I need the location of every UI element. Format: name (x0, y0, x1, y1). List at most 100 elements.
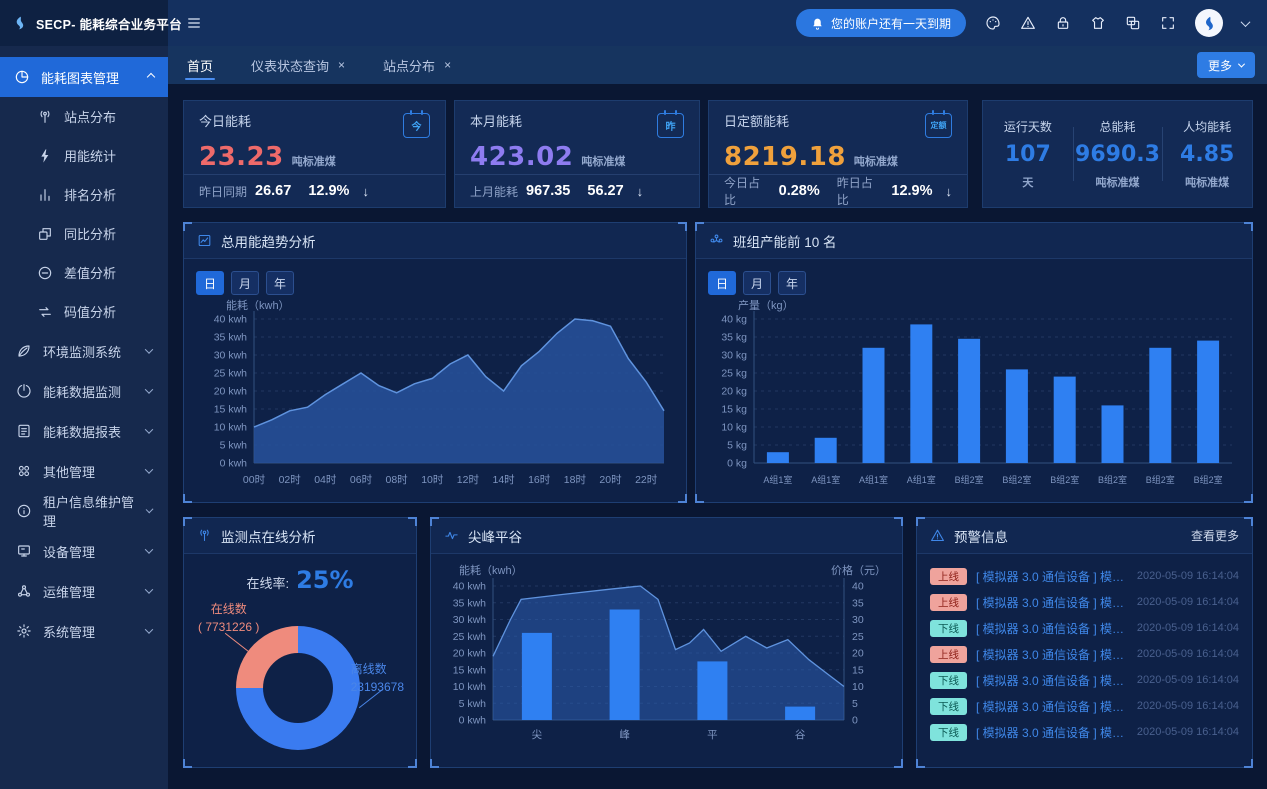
tab-站点分布[interactable]: 站点分布× (364, 46, 470, 84)
calendar-icon: 今 (403, 113, 430, 138)
stat-card: 日定额能耗 定额 8219.18 吨标准煤 今日占比0.28%昨日占比12.9%… (708, 100, 968, 208)
svg-text:峰: 峰 (619, 729, 630, 741)
chevron-up-icon (147, 73, 155, 81)
svg-text:5 kg: 5 kg (727, 440, 747, 452)
svg-text:A组1室: A组1室 (763, 474, 792, 485)
bell-icon (811, 17, 824, 30)
fullscreen-icon[interactable] (1160, 15, 1176, 31)
swap-icon (37, 304, 53, 320)
stat-card: 本月能耗 昨 423.02 吨标准煤 上月能耗967.3556.27↓ (454, 100, 700, 208)
card-title: 日定额能耗 (724, 111, 789, 130)
sidebar-subitem[interactable]: 站点分布 (0, 97, 168, 136)
svg-text:35 kg: 35 kg (721, 332, 747, 344)
antenna-icon (37, 109, 53, 125)
svg-text:30 kwh: 30 kwh (214, 350, 247, 362)
alert-row[interactable]: 下线 [ 模拟器 3.0 通信设备 ] 模拟器 3.0... 2020-05-0… (930, 693, 1239, 719)
lock-icon[interactable] (1055, 15, 1071, 31)
sidebar-group[interactable]: 运维管理 (0, 571, 168, 611)
user-menu-chevron-icon[interactable] (1241, 17, 1251, 27)
minus-circle-icon (37, 265, 53, 281)
alert-row[interactable]: 上线 [ 模拟器 3.0 通信设备 ] 模拟器 3.0... 2020-05-0… (930, 563, 1239, 589)
down-arrow-icon: ↓ (946, 184, 953, 199)
svg-text:15 kg: 15 kg (721, 404, 747, 416)
alert-message: [ 模拟器 3.0 通信设备 ] 模拟器 3.0... (976, 724, 1128, 741)
svg-text:12时: 12时 (457, 474, 480, 486)
alert-row[interactable]: 下线 [ 模拟器 3.0 通信设备 ] 模拟器 3.0... 2020-05-0… (930, 719, 1239, 745)
sidebar-group[interactable]: 租户信息维护管理 (0, 491, 168, 531)
panel-title: 班组产能前 10 名 (733, 231, 837, 251)
range-tab-日[interactable]: 日 (708, 271, 736, 295)
range-tab-日[interactable]: 日 (196, 271, 224, 295)
range-tab-月[interactable]: 月 (743, 271, 771, 295)
alert-row[interactable]: 下线 [ 模拟器 3.0 通信设备 ] 模拟器 3.0... 2020-05-0… (930, 667, 1239, 693)
card-unit: 吨标准煤 (292, 153, 336, 169)
skin-shirt-icon[interactable] (1090, 15, 1106, 31)
alert-row[interactable]: 上线 [ 模拟器 3.0 通信设备 ] 模拟器 3.0... 2020-05-0… (930, 641, 1239, 667)
panel-header: 班组产能前 10 名 (696, 223, 1252, 259)
account-expiry-notice[interactable]: 您的账户还有一天到期 (796, 9, 966, 37)
tab-仪表状态查询[interactable]: 仪表状态查询× (232, 46, 364, 84)
svg-text:22时: 22时 (635, 474, 658, 486)
report-icon (16, 423, 32, 439)
svg-text:B组2室: B组2室 (1146, 474, 1175, 485)
card-footer: 昨日同期26.6712.9%↓ (184, 174, 445, 207)
tab-首页[interactable]: 首页 (168, 46, 232, 84)
range-tab-年[interactable]: 年 (778, 271, 806, 295)
sidebar-group[interactable]: 环境监测系统 (0, 331, 168, 371)
status-badge: 上线 (930, 568, 967, 585)
view-more-link[interactable]: 查看更多 (1191, 527, 1239, 544)
svg-text:16时: 16时 (528, 474, 551, 486)
trend-range-tabs: 日月年 (196, 271, 674, 295)
alert-message: [ 模拟器 3.0 通信设备 ] 模拟器 3.0... (976, 594, 1128, 611)
more-button[interactable]: 更多 (1197, 52, 1255, 78)
sidebar-group[interactable]: 设备管理 (0, 531, 168, 571)
card-value: 8219.18 (724, 142, 846, 172)
alert-row[interactable]: 下线 [ 模拟器 3.0 通信设备 ] 模拟器 3.0... 2020-05-0… (930, 615, 1239, 641)
sidebar-group[interactable]: 能耗数据报表 (0, 411, 168, 451)
sidebar-group[interactable]: 系统管理 (0, 611, 168, 651)
sidebar-subitem[interactable]: 用能统计 (0, 136, 168, 175)
svg-text:08时: 08时 (386, 474, 409, 486)
alert-time: 2020-05-09 16:14:04 (1137, 726, 1239, 738)
card-footer: 今日占比0.28%昨日占比12.9%↓ (709, 174, 967, 207)
alert-message: [ 模拟器 3.0 通信设备 ] 模拟器 3.0... (976, 672, 1128, 689)
alert-row[interactable]: 上线 [ 模拟器 3.0 通信设备 ] 模拟器 3.0... 2020-05-0… (930, 589, 1239, 615)
sidebar-item-active-group[interactable]: 能耗图表管理 (0, 57, 168, 97)
theme-palette-icon[interactable] (985, 15, 1001, 31)
panel-title: 预警信息 (954, 526, 1008, 546)
rank-icon (709, 233, 724, 248)
range-tab-月[interactable]: 月 (231, 271, 259, 295)
summary-card: 运行天数 107 天 总能耗 9690.3 吨标准煤 人均能耗 4.85 吨标准… (982, 100, 1253, 208)
menu-toggle-icon[interactable] (186, 15, 202, 31)
user-avatar[interactable] (1195, 9, 1223, 37)
sidebar-subitem[interactable]: 排名分析 (0, 175, 168, 214)
sidebar-subitem[interactable]: 码值分析 (0, 292, 168, 331)
svg-text:B组2室: B组2室 (1002, 474, 1031, 485)
info-icon (16, 503, 32, 519)
svg-text:0 kwh: 0 kwh (220, 458, 248, 470)
tab-close-icon[interactable]: × (444, 58, 451, 72)
alert-triangle-icon[interactable] (1020, 15, 1036, 31)
chevron-down-icon (145, 425, 153, 433)
tab-close-icon[interactable]: × (338, 58, 345, 72)
status-badge: 上线 (930, 594, 967, 611)
svg-text:B组2室: B组2室 (1050, 474, 1079, 485)
range-tab-年[interactable]: 年 (266, 271, 294, 295)
sidebar-subitem[interactable]: 差值分析 (0, 253, 168, 292)
top-header: SECP- 能耗综合业务平台 您的账户还有一天到期 (0, 0, 1267, 46)
sidebar-subitem[interactable]: 同比分析 (0, 214, 168, 253)
svg-text:5 kwh: 5 kwh (220, 440, 248, 452)
translate-icon[interactable] (1125, 15, 1141, 31)
calendar-icon: 定额 (925, 113, 952, 138)
svg-text:5: 5 (852, 698, 858, 710)
device-icon (16, 543, 32, 559)
app-title: SECP- 能耗综合业务平台 (36, 14, 182, 33)
flame-logo-icon (12, 15, 28, 31)
sidebar-group[interactable]: 其他管理 (0, 451, 168, 491)
svg-text:04时: 04时 (314, 474, 337, 486)
team-capacity-chart: 产量（kg）40 kg35 kg30 kg25 kg20 kg15 kg10 k… (708, 297, 1240, 502)
chevron-down-icon (145, 345, 153, 353)
sidebar-group[interactable]: 能耗数据监测 (0, 371, 168, 411)
svg-text:0 kg: 0 kg (727, 458, 747, 470)
chevron-down-icon (145, 465, 153, 473)
